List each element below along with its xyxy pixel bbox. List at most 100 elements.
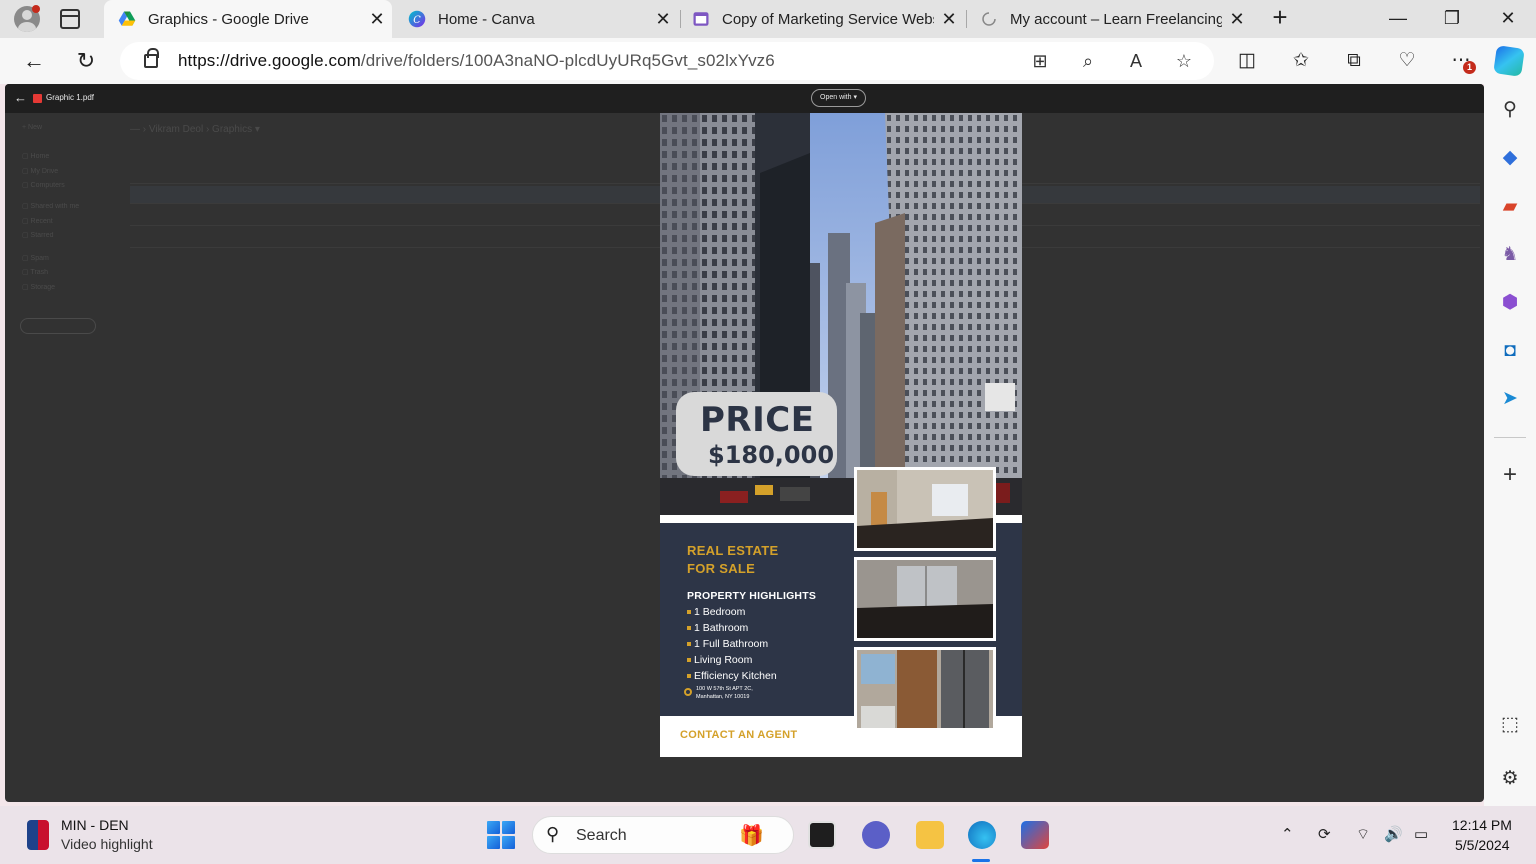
tab-close-icon[interactable]: ✕ <box>362 9 392 30</box>
listing-title: REAL ESTATE FOR SALE <box>687 543 779 576</box>
zoom-out-icon[interactable]: ⌕ <box>1076 49 1100 73</box>
favorite-star-icon[interactable]: ☆ <box>1172 49 1196 73</box>
tab-close-icon[interactable]: ✕ <box>648 9 678 30</box>
close-window-icon[interactable]: ✕ <box>1481 0 1535 38</box>
highlights-heading: PROPERTY HIGHLIGHTS <box>687 590 817 602</box>
new-button-ghost: + New <box>22 124 43 131</box>
highlight-item: 1 Bedroom <box>687 606 745 618</box>
highlight-item: 1 Bathroom <box>687 622 748 634</box>
collections-icon[interactable]: ⧉ <box>1341 48 1367 74</box>
copilot-icon[interactable] <box>1493 45 1525 77</box>
storage-button-ghost <box>20 318 96 334</box>
tab-learn-freelancing[interactable]: My account – Learn Freelancing V ✕ <box>966 0 1252 38</box>
url-text[interactable]: https://drive.google.com/drive/folders/1… <box>178 51 775 71</box>
file-name: Graphic 1.pdf <box>46 93 95 102</box>
windows-taskbar: MIN - DEN Video highlight ⚲ Search 🎁 ⌃ ⟳… <box>0 806 1536 864</box>
settings-gear-icon[interactable]: ⚙ <box>1498 767 1522 791</box>
microsoft-365-icon[interactable]: ⬢ <box>1498 291 1522 315</box>
pdf-viewer-header: ← Graphic 1.pdf Open with ▾ <box>5 84 1484 113</box>
search-highlight-icon: 🎁 <box>739 825 764 847</box>
tab-strip: Graphics - Google Drive ✕ C Home - Canva… <box>0 0 1536 38</box>
drive-preview-area: + New ▢ Home ▢ My Drive ▢ Computers ▢ Sh… <box>5 84 1484 802</box>
contact-agent-text: CONTACT AN AGENT <box>680 729 798 741</box>
show-hidden-icons-chevron-icon[interactable]: ⌃ <box>1281 825 1294 843</box>
restore-icon[interactable]: ❐ <box>1425 0 1479 38</box>
profile-status-dot <box>32 5 40 13</box>
pdf-file-icon <box>33 94 42 103</box>
nba-logo-icon[interactable] <box>27 820 49 850</box>
kitchen-photo <box>854 647 996 731</box>
windows-start-icon[interactable] <box>487 821 515 849</box>
sync-icon[interactable]: ⟳ <box>1318 825 1331 843</box>
edge-sidebar: ⚲ ◆ ▰ ♞ ⬢ ◘ ➤ + ⬚ ⚙ <box>1484 84 1536 806</box>
drive-nav-ghost: ▢ Starred <box>22 232 54 239</box>
address-bar[interactable]: https://drive.google.com/drive/folders/1… <box>120 42 1214 80</box>
search-icon[interactable]: ⚲ <box>1498 98 1522 122</box>
bedroom-photo <box>854 467 996 551</box>
split-screen-icon[interactable]: ◫ <box>1234 48 1260 74</box>
active-app-indicator <box>972 859 990 862</box>
tab-close-icon[interactable]: ✕ <box>1222 9 1252 30</box>
read-aloud-icon[interactable]: A <box>1124 49 1148 73</box>
price-box: PRICE $180,000 <box>676 392 837 476</box>
app-available-icon[interactable]: ⊞ <box>1028 49 1052 73</box>
taskbar-search-box[interactable]: ⚲ Search 🎁 <box>532 816 794 854</box>
tab-canva[interactable]: C Home - Canva ✕ <box>394 0 678 38</box>
clock-date[interactable]: 5/5/2024 <box>1455 837 1510 853</box>
tab-label: Graphics - Google Drive <box>148 10 309 28</box>
close-preview-arrow-icon[interactable]: ← <box>14 90 27 105</box>
back-arrow-icon[interactable]: ← <box>20 47 48 75</box>
outlook-icon[interactable]: ◘ <box>1498 339 1522 363</box>
volume-icon[interactable]: 🔊 <box>1384 825 1403 843</box>
location-pin-icon <box>684 688 692 696</box>
drive-nav-ghost: ▢ Spam <box>22 255 49 262</box>
games-icon[interactable]: ♞ <box>1498 243 1522 267</box>
price-value: $180,000 <box>708 441 835 469</box>
lock-icon[interactable] <box>144 48 159 68</box>
drive-nav-ghost: ▢ Home <box>22 153 50 160</box>
highlight-item: Living Room <box>687 654 752 666</box>
minimize-icon[interactable]: — <box>1371 0 1425 38</box>
widget-title[interactable]: MIN - DEN <box>61 817 129 833</box>
widget-subtitle[interactable]: Video highlight <box>61 836 153 852</box>
drive-nav-ghost: ▢ Computers <box>22 182 65 189</box>
file-explorer-icon[interactable] <box>916 821 944 849</box>
tab-close-icon[interactable]: ✕ <box>934 9 964 30</box>
refresh-icon[interactable]: ↻ <box>72 47 100 75</box>
highlight-item: 1 Full Bathroom <box>687 638 768 650</box>
highlight-item: Efficiency Kitchen <box>687 670 777 682</box>
screenshot-icon[interactable]: ⬚ <box>1498 713 1522 737</box>
tab-actions-icon[interactable] <box>60 9 80 29</box>
google-sites-icon <box>693 12 709 26</box>
tools-icon[interactable]: ▰ <box>1498 195 1522 219</box>
tab-label: My account – Learn Freelancing V <box>1010 10 1222 28</box>
teams-icon[interactable] <box>862 821 890 849</box>
wifi-icon[interactable]: ⌔ <box>1356 825 1370 844</box>
price-label: PRICE <box>700 400 815 440</box>
microsoft-store-icon[interactable] <box>1021 821 1049 849</box>
tab-google-drive[interactable]: Graphics - Google Drive ✕ <box>104 0 392 38</box>
breadcrumb-ghost: — › Vikram Deol › Graphics ▾ <box>130 124 260 135</box>
property-address: 100 W 57th St APT 2C, Manhattan, NY 1001… <box>696 686 753 700</box>
clock-time[interactable]: 12:14 PM <box>1452 817 1512 833</box>
pdf-page-flyer: PRICE $180,000 REAL ESTATE FOR SALE PROP… <box>660 113 1022 757</box>
new-tab-button[interactable]: + <box>1266 4 1294 32</box>
canva-icon: C <box>408 10 426 28</box>
edge-browser-icon[interactable] <box>968 821 996 849</box>
shopping-tag-icon[interactable]: ◆ <box>1498 146 1522 170</box>
drive-nav-ghost: ▢ My Drive <box>22 168 59 175</box>
battery-icon[interactable]: ▭ <box>1414 825 1428 843</box>
search-placeholder: Search <box>576 827 627 844</box>
svg-text:C: C <box>413 15 421 26</box>
tab-google-sites[interactable]: Copy of Marketing Service Websi ✕ <box>678 0 964 38</box>
open-with-button[interactable]: Open with ▾ <box>811 89 866 107</box>
living-room-photo <box>854 557 996 641</box>
send-icon[interactable]: ➤ <box>1498 387 1522 411</box>
browser-essentials-icon[interactable]: ♡ <box>1394 48 1420 74</box>
favorites-icon[interactable]: ✩ <box>1288 48 1314 74</box>
search-icon: ⚲ <box>546 824 560 844</box>
task-view-icon[interactable] <box>808 821 836 849</box>
add-icon[interactable]: + <box>1498 463 1522 487</box>
drive-nav-ghost: ▢ Recent <box>22 218 53 225</box>
sidebar-divider <box>1494 437 1526 438</box>
